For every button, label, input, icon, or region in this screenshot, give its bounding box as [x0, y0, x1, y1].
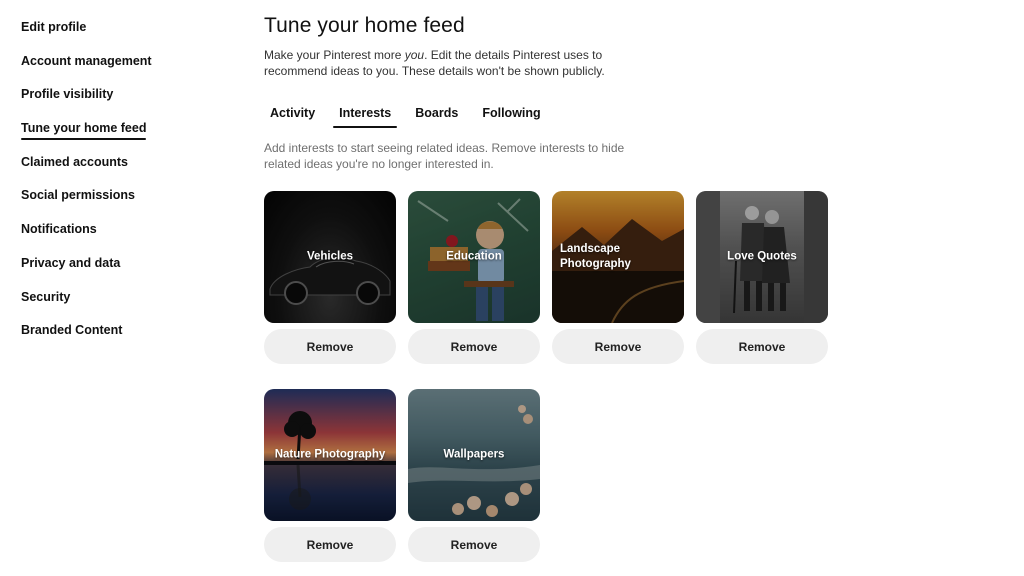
description-text: Make your Pinterest more	[264, 48, 405, 62]
sidebar-item-account-management[interactable]: Account management	[21, 51, 161, 85]
main-content: Tune your home feed Make your Pinterest …	[264, 14, 884, 562]
sidebar-item-tune-home-feed[interactable]: Tune your home feed	[21, 118, 161, 152]
sidebar-item-notifications[interactable]: Notifications	[21, 219, 161, 253]
interest-card-love-quotes: Love Quotes Remove	[696, 191, 828, 364]
sidebar-item-label: Notifications	[21, 222, 97, 237]
interest-label: Love Quotes	[727, 250, 797, 263]
sidebar-item-social-permissions[interactable]: Social permissions	[21, 185, 161, 219]
interest-tile[interactable]: Wallpapers	[408, 389, 540, 521]
sidebar-item-branded-content[interactable]: Branded Content	[21, 320, 161, 354]
sidebar-item-profile-visibility[interactable]: Profile visibility	[21, 84, 161, 118]
interest-card-wallpapers: Wallpapers Remove	[408, 389, 540, 562]
remove-button[interactable]: Remove	[408, 329, 540, 364]
sidebar-item-label: Edit profile	[21, 20, 87, 34]
interest-card-nature-photography: Nature Photography Remove	[264, 389, 396, 562]
remove-button[interactable]: Remove	[264, 329, 396, 364]
interest-tile[interactable]: Education	[408, 191, 540, 323]
tab-interests[interactable]: Interests	[333, 106, 398, 128]
sidebar-item-label: Privacy and data	[21, 255, 121, 270]
interest-tile[interactable]: Nature Photography	[264, 389, 396, 521]
interest-label: Vehicles	[306, 250, 354, 263]
sidebar-item-label: Claimed accounts	[21, 154, 128, 169]
remove-button[interactable]: Remove	[264, 527, 396, 562]
tab-following[interactable]: Following	[476, 106, 546, 120]
interest-card-landscape-photography: Landscape Photography Remove	[552, 191, 684, 364]
interest-label: Nature Photography	[274, 448, 386, 461]
page-description: Make your Pinterest more you. Edit the d…	[264, 47, 624, 79]
interest-tile[interactable]: Love Quotes	[696, 191, 828, 323]
sidebar-item-security[interactable]: Security	[21, 287, 161, 321]
interest-card-vehicles: Vehicles Remove	[264, 191, 396, 364]
settings-sidebar: Edit profile Account management Profile …	[21, 17, 161, 354]
sidebar-item-label: Tune your home feed	[21, 121, 147, 141]
tab-activity[interactable]: Activity	[264, 106, 321, 120]
interest-label: Wallpapers	[443, 448, 505, 461]
description-emphasis: you	[404, 48, 425, 62]
sidebar-item-claimed-accounts[interactable]: Claimed accounts	[21, 152, 161, 186]
remove-button[interactable]: Remove	[552, 329, 684, 364]
tab-boards[interactable]: Boards	[409, 106, 464, 120]
interest-card-education: Education Remove	[408, 191, 540, 364]
interest-label: Landscape Photography	[560, 243, 631, 270]
sidebar-item-edit-profile[interactable]: Edit profile	[21, 17, 161, 51]
interest-tile[interactable]: Landscape Photography	[552, 191, 684, 323]
sidebar-item-label: Profile visibility	[21, 87, 114, 102]
sidebar-item-privacy-data[interactable]: Privacy and data	[21, 253, 161, 287]
interest-label: Education	[446, 250, 502, 263]
interests-hint: Add interests to start seeing related id…	[264, 141, 625, 171]
remove-button[interactable]: Remove	[408, 527, 540, 562]
sidebar-item-label: Security	[21, 289, 71, 304]
sidebar-item-label: Social permissions	[21, 188, 135, 203]
interest-tile[interactable]: Vehicles	[264, 191, 396, 323]
sidebar-item-label: Branded Content	[21, 323, 123, 338]
page-title: Tune your home feed	[264, 14, 465, 37]
feed-tabs: Activity Interests Boards Following	[264, 106, 559, 128]
sidebar-item-label: Account management	[21, 53, 152, 68]
remove-button[interactable]: Remove	[696, 329, 828, 364]
